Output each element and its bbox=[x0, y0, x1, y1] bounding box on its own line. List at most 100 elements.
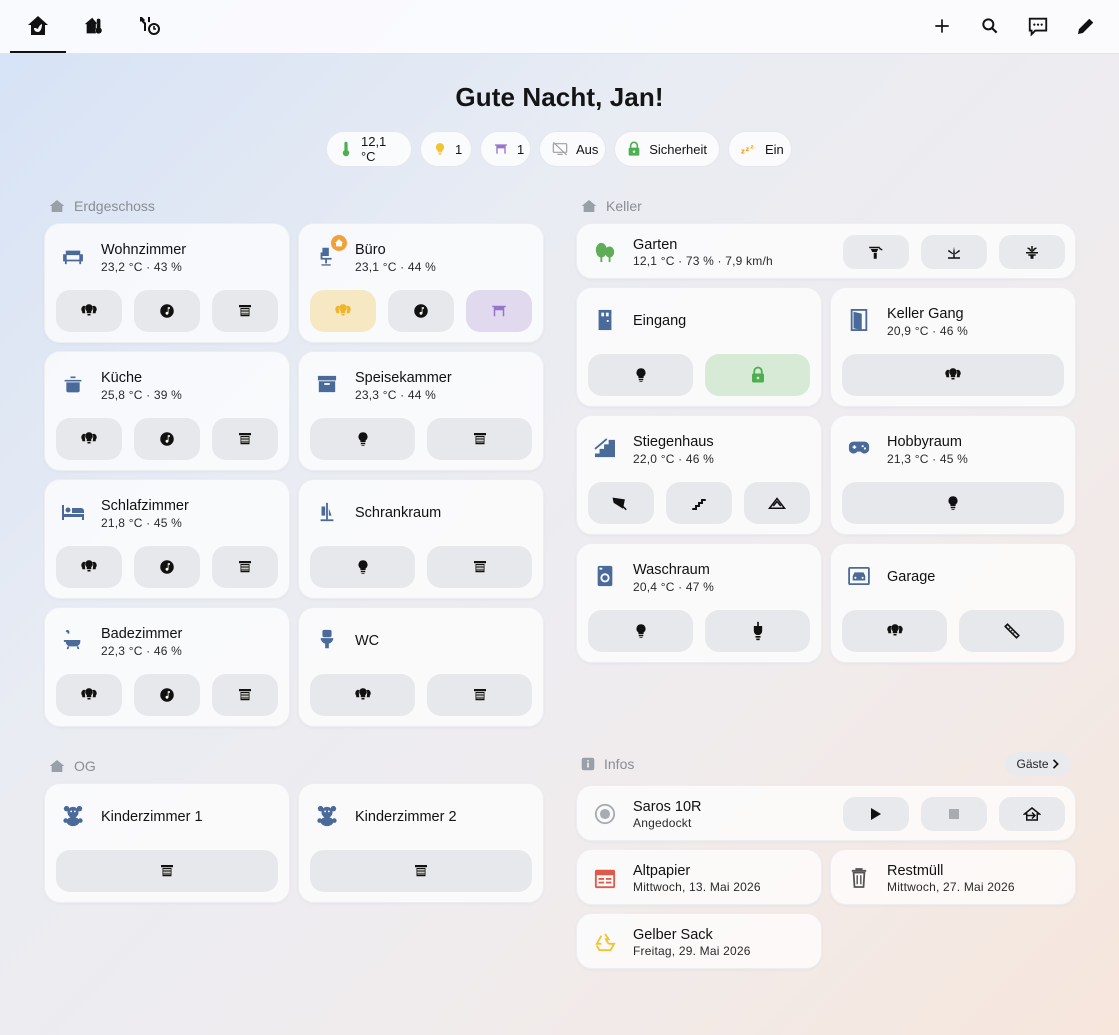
fountain-icon bbox=[1026, 246, 1038, 259]
shutter-button[interactable] bbox=[212, 674, 278, 716]
light-strip-button[interactable] bbox=[959, 610, 1064, 652]
sleep-icon: zzz bbox=[741, 141, 757, 157]
home-leaf-icon[interactable] bbox=[18, 6, 58, 46]
room-name: Badezimmer bbox=[101, 626, 183, 642]
room-card-garten[interactable]: Garten 12,1 °C · 73 % · 7,9 km/h bbox=[576, 223, 1076, 279]
chip-label: 1 bbox=[455, 141, 463, 157]
room-card-stiegenhaus[interactable]: Stiegenhaus 22,0 °C · 46 % bbox=[576, 415, 822, 535]
room-climate: 25,8 °C · 39 % bbox=[101, 388, 182, 402]
room-name: Büro bbox=[355, 242, 386, 258]
room-card-schlafzimmer[interactable]: Schlafzimmer 21,8 °C · 45 % bbox=[44, 479, 290, 599]
altpapier-card[interactable]: Altpapier Mittwoch, 13. Mai 2026 bbox=[576, 849, 822, 905]
music-icon bbox=[412, 302, 430, 320]
info-icon bbox=[581, 757, 595, 771]
vacuum-card[interactable]: Saros 10R Angedockt bbox=[576, 785, 1076, 841]
lights-button[interactable] bbox=[56, 418, 122, 460]
washing-machine-icon bbox=[593, 564, 617, 588]
shutter-button[interactable] bbox=[212, 290, 278, 332]
room-card-kinderzimmer-1[interactable]: Kinderzimmer 1 bbox=[44, 783, 290, 903]
chip-label: Ein bbox=[765, 141, 784, 157]
security-chip[interactable]: Sicherheit bbox=[614, 131, 720, 167]
lights-button[interactable] bbox=[56, 546, 122, 588]
room-card-kueche[interactable]: Küche 25,8 °C · 39 % bbox=[44, 351, 290, 471]
light-button[interactable] bbox=[310, 418, 415, 460]
room-card-speisekammer[interactable]: Speisekammer 23,3 °C · 44 % bbox=[298, 351, 544, 471]
room-card-kinderzimmer-2[interactable]: Kinderzimmer 2 bbox=[298, 783, 544, 903]
gelber-sack-card[interactable]: Gelber Sack Freitag, 29. Mai 2026 bbox=[576, 913, 822, 969]
music-button[interactable] bbox=[134, 674, 200, 716]
lights-button[interactable] bbox=[56, 674, 122, 716]
music-button[interactable] bbox=[388, 290, 454, 332]
room-card-badezimmer[interactable]: Badezimmer 22,3 °C · 46 % bbox=[44, 607, 290, 727]
light-button[interactable] bbox=[842, 482, 1064, 524]
gate-chip[interactable]: 1 bbox=[480, 131, 531, 167]
shutter-button[interactable] bbox=[212, 546, 278, 588]
room-card-wohnzimmer[interactable]: Wohnzimmer 23,2 °C · 43 % bbox=[44, 223, 290, 343]
lights-button[interactable] bbox=[842, 354, 1064, 396]
lock-button[interactable] bbox=[705, 354, 810, 396]
music-icon bbox=[158, 558, 176, 576]
music-button[interactable] bbox=[134, 546, 200, 588]
plus-icon[interactable] bbox=[922, 6, 962, 46]
vacuum-start-button[interactable] bbox=[843, 797, 909, 831]
music-button[interactable] bbox=[134, 290, 200, 332]
restmuell-card[interactable]: Restmüll Mittwoch, 27. Mai 2026 bbox=[830, 849, 1076, 905]
pendant-light-button[interactable] bbox=[705, 610, 810, 652]
summary-chips: 12,1 °C 1 1 Aus Sicherheit zzz Ein bbox=[326, 131, 792, 167]
waste-date: Freitag, 29. Mai 2026 bbox=[633, 944, 751, 958]
shutter-button[interactable] bbox=[427, 546, 532, 588]
play-icon bbox=[871, 808, 881, 820]
shutter-button[interactable] bbox=[427, 418, 532, 460]
light-button[interactable] bbox=[588, 354, 693, 396]
robot-vacuum-icon bbox=[593, 802, 617, 826]
search-icon[interactable] bbox=[970, 6, 1010, 46]
lights-button[interactable] bbox=[842, 610, 947, 652]
thermometer-icon bbox=[339, 141, 353, 157]
room-name: Kinderzimmer 1 bbox=[101, 809, 203, 825]
sleep-chip[interactable]: zzz Ein bbox=[728, 131, 792, 167]
room-card-keller-gang[interactable]: Keller Gang 20,9 °C · 46 % bbox=[830, 287, 1076, 407]
chat-icon[interactable] bbox=[1018, 6, 1058, 46]
fountain-button[interactable] bbox=[999, 235, 1065, 269]
sprinkler-button[interactable] bbox=[921, 235, 987, 269]
room-card-garage[interactable]: Garage bbox=[830, 543, 1076, 663]
room-card-eingang[interactable]: Eingang bbox=[576, 287, 822, 407]
stairs-light-button[interactable] bbox=[666, 482, 732, 524]
light-button[interactable] bbox=[310, 546, 415, 588]
temperature-chip[interactable]: 12,1 °C bbox=[326, 131, 412, 167]
vacuum-dock-button[interactable] bbox=[999, 797, 1065, 831]
room-card-waschraum[interactable]: Waschraum 20,4 °C · 47 % bbox=[576, 543, 822, 663]
bulb-icon bbox=[632, 622, 650, 640]
shutter-button[interactable] bbox=[212, 418, 278, 460]
garage-icon bbox=[847, 564, 871, 588]
svg-text:z: z bbox=[746, 146, 750, 153]
vacuum-stop-button[interactable] bbox=[921, 797, 987, 831]
lights-chip[interactable]: 1 bbox=[420, 131, 472, 167]
light-button[interactable] bbox=[588, 610, 693, 652]
room-card-schrankraum[interactable]: Schrankraum bbox=[298, 479, 544, 599]
home-thermometer-icon[interactable] bbox=[74, 6, 114, 46]
ambient-light-button[interactable] bbox=[744, 482, 810, 524]
tv-chip[interactable]: Aus bbox=[539, 131, 606, 167]
music-button[interactable] bbox=[134, 418, 200, 460]
room-card-buero[interactable]: Büro 23,1 °C · 44 % bbox=[298, 223, 544, 343]
lights-button[interactable] bbox=[56, 290, 122, 332]
shutter-button[interactable] bbox=[427, 674, 532, 716]
lights-button[interactable] bbox=[310, 674, 415, 716]
lights-button[interactable] bbox=[310, 290, 376, 332]
gaeste-button[interactable]: Gäste bbox=[1005, 752, 1071, 776]
room-card-hobbyraum[interactable]: Hobbyraum 21,3 °C · 45 % bbox=[830, 415, 1076, 535]
room-name: Schlafzimmer bbox=[101, 498, 189, 514]
music-icon bbox=[158, 430, 176, 448]
shutter-button[interactable] bbox=[310, 850, 532, 892]
tools-clock-icon[interactable] bbox=[130, 6, 170, 46]
pencil-icon[interactable] bbox=[1066, 6, 1106, 46]
waste-name: Altpapier bbox=[633, 863, 691, 879]
outdoor-lamp-button[interactable] bbox=[843, 235, 909, 269]
spotlight-button[interactable] bbox=[588, 482, 654, 524]
shutter-button[interactable] bbox=[56, 850, 278, 892]
section-erdgeschoss: Erdgeschoss bbox=[49, 198, 155, 214]
gate-button[interactable] bbox=[466, 290, 532, 332]
room-card-wc[interactable]: WC bbox=[298, 607, 544, 727]
sofa-icon bbox=[61, 244, 85, 268]
